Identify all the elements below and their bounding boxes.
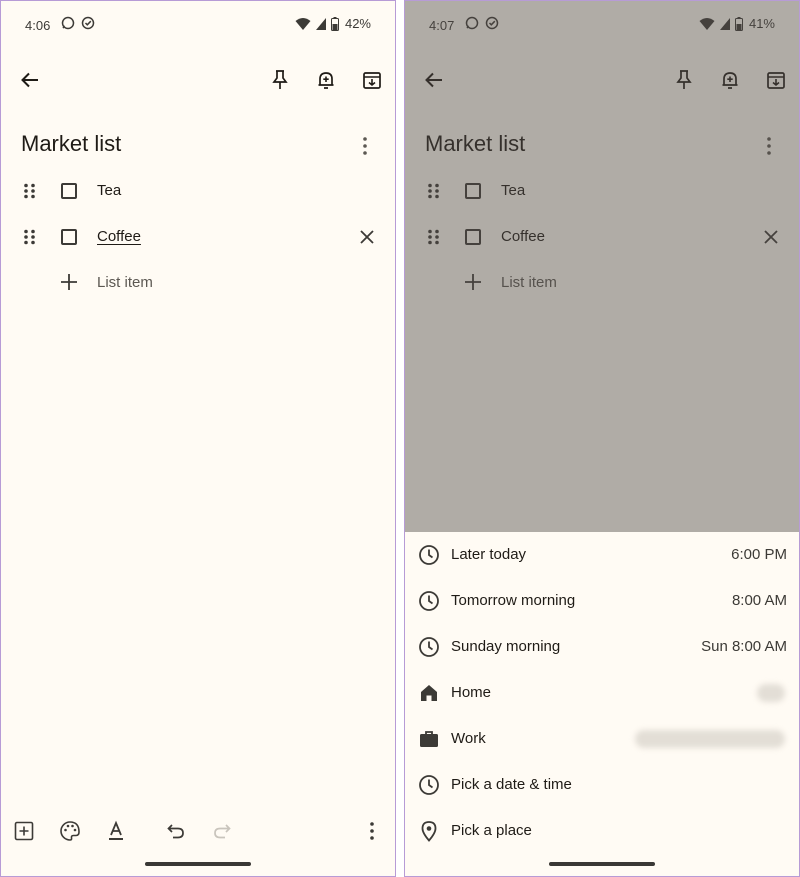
drag-handle-icon[interactable] xyxy=(23,183,37,199)
status-time: 4:06 xyxy=(25,18,51,33)
menu-item-label: Home xyxy=(451,684,492,701)
menu-item-label: Tomorrow morning xyxy=(451,592,576,609)
text-format-button[interactable] xyxy=(105,820,127,842)
menu-item-time: 6:00 PM xyxy=(731,546,787,563)
clock-icon xyxy=(419,775,439,795)
undo-icon xyxy=(167,824,184,839)
pin-button[interactable] xyxy=(267,67,293,93)
note-title[interactable]: Market list xyxy=(21,131,121,157)
add-list-item-row[interactable]: List item xyxy=(1,263,395,303)
add-box-icon xyxy=(14,821,34,841)
bell-plus-icon xyxy=(318,72,334,89)
menu-item-home[interactable]: Home xyxy=(405,670,799,716)
note-more-button[interactable] xyxy=(355,135,375,157)
drag-handle-icon[interactable] xyxy=(23,229,37,245)
menu-item-label: Later today xyxy=(451,546,527,563)
home-icon xyxy=(421,685,437,701)
modal-scrim[interactable] xyxy=(405,1,799,532)
clock-icon xyxy=(419,637,439,657)
item-checkbox[interactable] xyxy=(61,229,77,245)
home-indicator[interactable] xyxy=(549,862,655,866)
menu-item-label: Pick a place xyxy=(451,822,532,839)
left-phone-screen: 4:06 42% Market list Tea Coffee List ite… xyxy=(0,0,396,877)
item-checkbox[interactable] xyxy=(61,183,77,199)
archive-button[interactable] xyxy=(359,67,385,93)
signal-icon xyxy=(315,17,326,30)
more-options-button[interactable] xyxy=(361,820,383,842)
battery-icon xyxy=(330,16,339,31)
check-circle-icon xyxy=(81,16,95,30)
back-button[interactable] xyxy=(17,67,43,93)
briefcase-icon xyxy=(420,731,438,747)
menu-item-label: Work xyxy=(451,730,486,747)
list-item: Coffee xyxy=(1,217,395,257)
more-vert-icon xyxy=(363,137,367,155)
menu-item-tomorrow-morning[interactable]: Tomorrow morning 8:00 AM xyxy=(405,578,799,624)
list-item: Tea xyxy=(1,171,395,211)
menu-item-label: Sunday morning xyxy=(451,638,561,655)
menu-item-pick-date-time[interactable]: Pick a date & time xyxy=(405,762,799,808)
reminder-button[interactable] xyxy=(313,67,339,93)
menu-item-label: Pick a date & time xyxy=(451,776,572,793)
palette-button[interactable] xyxy=(59,820,81,842)
arrow-back-icon xyxy=(21,72,38,88)
whatsapp-icon xyxy=(61,16,75,30)
pin-icon xyxy=(272,70,288,89)
text-format-icon xyxy=(109,820,123,840)
battery-percent: 42% xyxy=(344,16,371,31)
item-text[interactable]: Tea xyxy=(97,182,121,199)
wifi-icon xyxy=(295,17,311,30)
reminder-bottom-sheet: Later today 6:00 PM Tomorrow morning 8:0… xyxy=(405,532,799,876)
item-text-editing[interactable]: Coffee xyxy=(97,228,141,245)
menu-item-later-today[interactable]: Later today 6:00 PM xyxy=(405,532,799,578)
menu-item-time: 8:00 AM xyxy=(731,592,787,609)
location-pin-icon xyxy=(421,821,437,842)
close-icon[interactable] xyxy=(357,227,377,247)
menu-item-sunday-morning[interactable]: Sunday morning Sun 8:00 AM xyxy=(405,624,799,670)
menu-item-time: Sun 8:00 AM xyxy=(701,638,787,655)
undo-button[interactable] xyxy=(165,820,187,842)
palette-icon xyxy=(60,821,80,841)
redo-button[interactable] xyxy=(211,820,233,842)
bottom-toolbar xyxy=(1,816,395,848)
home-indicator[interactable] xyxy=(145,862,251,866)
status-bar: 4:06 42% xyxy=(1,1,395,49)
menu-item-work[interactable]: Work xyxy=(405,716,799,762)
blurred-address xyxy=(757,684,785,702)
clock-icon xyxy=(419,545,439,565)
right-phone-screen: 4:07 41% Market list Tea Coffee List ite… xyxy=(404,0,800,877)
archive-icon xyxy=(363,72,381,89)
blurred-address xyxy=(635,730,785,748)
plus-icon xyxy=(61,274,77,290)
redo-icon xyxy=(214,824,231,839)
add-item-label: List item xyxy=(97,274,153,291)
add-box-button[interactable] xyxy=(13,820,35,842)
more-vert-icon xyxy=(370,822,374,840)
clock-icon xyxy=(419,591,439,611)
menu-item-pick-place[interactable]: Pick a place xyxy=(405,808,799,854)
